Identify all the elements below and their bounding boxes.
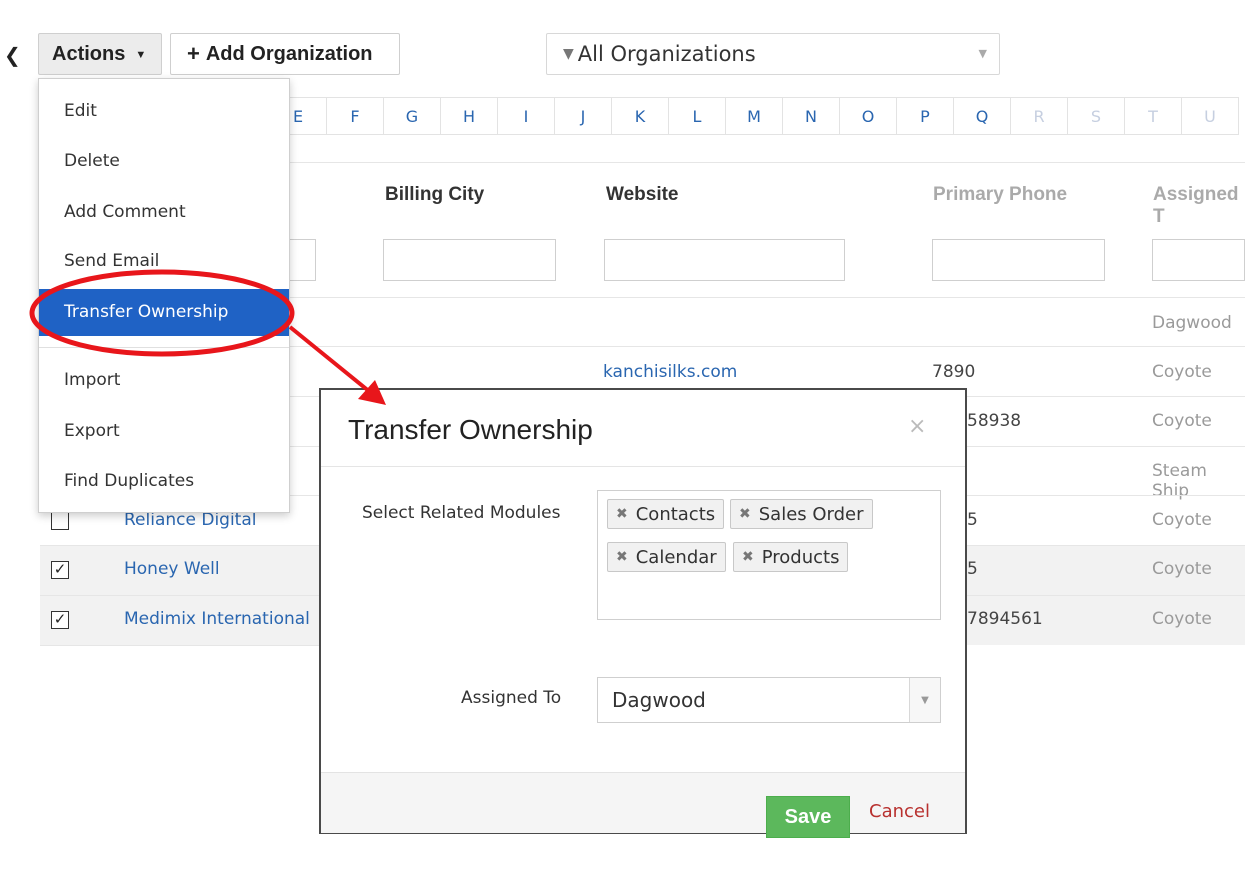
divider xyxy=(40,645,320,646)
assigned-cell: Coyote xyxy=(1152,411,1212,431)
alpha-letter[interactable]: U xyxy=(1182,97,1239,135)
remove-tag-icon[interactable]: ✖ xyxy=(742,549,754,565)
assigned-to-value: Dagwood xyxy=(612,688,706,712)
assigned-cell: Coyote xyxy=(1152,362,1212,382)
column-header-primary-phone[interactable]: Primary Phone xyxy=(933,184,1067,206)
phone-cell: 5 xyxy=(967,510,978,530)
organization-name-link[interactable]: Reliance Digital xyxy=(124,510,257,530)
row-checkbox-checked[interactable]: ✓ xyxy=(51,611,69,629)
module-tag-label: Contacts xyxy=(635,503,716,525)
column-header-website[interactable]: Website xyxy=(606,184,679,206)
menu-item-send-email[interactable]: Send Email xyxy=(39,244,289,278)
module-tag-label: Sales Order xyxy=(758,503,864,525)
alpha-letter[interactable]: G xyxy=(384,97,441,135)
phone-cell: 7890 xyxy=(932,362,976,382)
menu-item-delete[interactable]: Delete xyxy=(39,144,289,178)
alpha-letter[interactable]: H xyxy=(441,97,498,135)
annotation-arrow-line xyxy=(288,325,372,394)
remove-tag-icon[interactable]: ✖ xyxy=(739,506,751,522)
module-tag-label: Calendar xyxy=(635,546,717,568)
alpha-letter[interactable]: S xyxy=(1068,97,1125,135)
phone-cell: 7894561 xyxy=(967,609,1043,629)
menu-item-edit[interactable]: Edit xyxy=(39,94,289,128)
add-organization-button[interactable]: + Add Organization xyxy=(170,33,400,75)
filter-value: All Organizations xyxy=(577,42,756,66)
related-modules-label: Select Related Modules xyxy=(362,503,561,523)
assigned-to-select[interactable]: Dagwood ▼ xyxy=(597,677,941,723)
assigned-cell: Coyote xyxy=(1152,609,1212,629)
column-header-assigned-to[interactable]: Assigned T xyxy=(1153,184,1245,228)
organization-name-link[interactable]: Medimix International xyxy=(124,609,310,629)
assigned-cell: Coyote xyxy=(1152,559,1212,579)
dropdown-arrow-icon: ▼ xyxy=(909,678,940,722)
alpha-letter[interactable]: T xyxy=(1125,97,1182,135)
add-organization-label: Add Organization xyxy=(205,42,373,65)
menu-item-transfer-ownership[interactable]: Transfer Ownership xyxy=(39,289,289,336)
save-button[interactable]: Save xyxy=(766,796,850,838)
menu-item-find-duplicates[interactable]: Find Duplicates xyxy=(39,464,289,498)
alpha-letter[interactable]: O xyxy=(840,97,897,135)
assigned-cell: Dagwood xyxy=(1152,313,1232,333)
alpha-letter[interactable]: I xyxy=(498,97,555,135)
assigned-filter-input[interactable] xyxy=(1152,239,1245,281)
module-tag-label: Products xyxy=(761,546,840,568)
organization-filter-select[interactable]: ▼ All Organizations ▼ xyxy=(546,33,1000,75)
alpha-letter[interactable]: Q xyxy=(954,97,1011,135)
cancel-link[interactable]: Cancel xyxy=(869,801,930,822)
organization-name-link[interactable]: Honey Well xyxy=(124,559,220,579)
transfer-ownership-modal: Transfer Ownership × Select Related Modu… xyxy=(319,388,967,838)
alpha-letter[interactable]: N xyxy=(783,97,840,135)
alpha-letter[interactable]: M xyxy=(726,97,783,135)
phone-cell: 58938 xyxy=(967,411,1022,431)
actions-button[interactable]: Actions ▼ xyxy=(38,33,162,75)
row-checkbox-checked[interactable]: ✓ xyxy=(51,561,69,579)
alpha-letter[interactable]: L xyxy=(669,97,726,135)
billing-city-filter-input[interactable] xyxy=(383,239,556,281)
module-tag-calendar[interactable]: ✖ Calendar xyxy=(607,542,726,572)
menu-item-export[interactable]: Export xyxy=(39,414,289,448)
website-link[interactable]: kanchisilks.com xyxy=(603,362,737,382)
chevron-left-icon[interactable]: ❮ xyxy=(4,40,24,70)
module-tag-products[interactable]: ✖ Products xyxy=(733,542,849,572)
website-filter-input[interactable] xyxy=(604,239,845,281)
caret-down-icon: ▼ xyxy=(135,49,147,61)
module-tag-contacts[interactable]: ✖ Contacts xyxy=(607,499,725,529)
alpha-letter[interactable]: R xyxy=(1011,97,1068,135)
menu-divider xyxy=(39,347,289,348)
assigned-cell: Coyote xyxy=(1152,510,1212,530)
close-icon[interactable]: × xyxy=(908,414,926,439)
actions-button-label: Actions xyxy=(52,42,126,65)
alpha-letter[interactable]: K xyxy=(612,97,669,135)
remove-tag-icon[interactable]: ✖ xyxy=(616,549,628,565)
column-header-billing-city[interactable]: Billing City xyxy=(385,184,484,206)
alpha-letter[interactable]: F xyxy=(327,97,384,135)
actions-dropdown-menu: Edit Delete Add Comment Send Email Trans… xyxy=(38,78,290,513)
module-tag-sales-order[interactable]: ✖ Sales Order xyxy=(730,499,873,529)
menu-item-import[interactable]: Import xyxy=(39,363,289,397)
alpha-letter[interactable]: J xyxy=(555,97,612,135)
alpha-letter[interactable]: P xyxy=(897,97,954,135)
dropdown-arrow-icon: ▼ xyxy=(978,47,987,60)
menu-item-add-comment[interactable]: Add Comment xyxy=(39,195,289,229)
row-checkbox[interactable] xyxy=(51,512,69,530)
plus-icon: + xyxy=(187,41,200,66)
filter-icon: ▼ xyxy=(563,46,574,62)
assigned-to-label: Assigned To xyxy=(461,688,562,708)
modal-title: Transfer Ownership xyxy=(348,414,593,445)
phone-filter-input[interactable] xyxy=(932,239,1105,281)
phone-cell: 5 xyxy=(967,559,978,579)
alphabet-filter: E F G H I J K L M N O P Q R S T U xyxy=(270,97,1239,135)
modal-header: Transfer Ownership × xyxy=(321,390,965,467)
related-modules-multiselect[interactable]: ✖ Contacts ✖ Sales Order ✖ Calendar ✖ Pr… xyxy=(597,490,941,620)
remove-tag-icon[interactable]: ✖ xyxy=(616,506,628,522)
